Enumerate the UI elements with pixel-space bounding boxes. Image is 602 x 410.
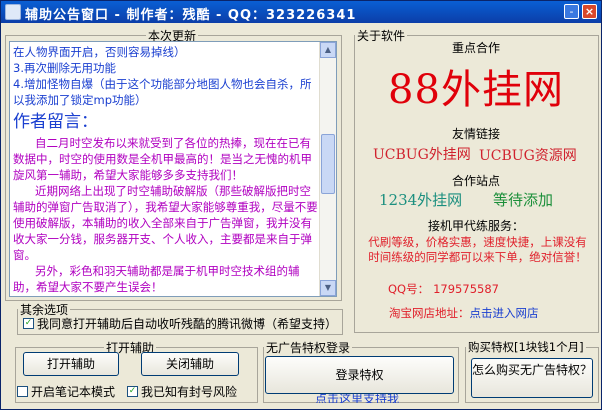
author-paragraph: 自二月时空发布以来就受到了各位的热捧，现在在已有数据中，时空的使用数是全机甲最高… bbox=[13, 136, 312, 182]
notice-window: 辅助公告窗口 - 制作者：残酷 - QQ：323226341 - × 本次更新 … bbox=[0, 0, 602, 410]
news-scrollbar[interactable]: ▲ ▼ bbox=[319, 42, 336, 296]
update-news-textbox[interactable]: 在人物界面开启，否则容易掉线） 3.再次删除无用功能 4.增加怪物自爆（由于这个… bbox=[9, 41, 337, 297]
friend-link-ucbug-waigua[interactable]: UCBUG外挂网 bbox=[373, 144, 471, 164]
qq-number: 179575587 bbox=[433, 282, 499, 296]
scroll-thumb[interactable] bbox=[321, 134, 335, 194]
checkmark-icon: ✓ bbox=[127, 386, 138, 397]
partner-link[interactable]: 88外挂网 bbox=[361, 57, 591, 115]
author-paragraph: 另外，彩色和羽天辅助都是属于机甲时空技术组的辅助，希望大家不要产生误会！ bbox=[13, 264, 300, 294]
how-to-buy-button[interactable]: 怎么购买无广告特权？ bbox=[471, 358, 593, 398]
title-bar[interactable]: 辅助公告窗口 - 制作者：残酷 - QQ：323226341 - × bbox=[1, 1, 601, 23]
agree-weibo-label: 我同意打开辅助后自动收听残酷的腾讯微博（希望支持） bbox=[37, 317, 338, 331]
app-icon bbox=[5, 4, 21, 20]
qq-label: QQ号： 179575587 bbox=[388, 282, 499, 297]
friend-link-ucbug-ziyuan[interactable]: UCBUG资源网 bbox=[479, 145, 577, 165]
checkmark-icon: ✓ bbox=[23, 318, 34, 329]
login-privilege-button[interactable]: 登录特权 bbox=[265, 356, 454, 394]
news-line: 3.再次删除无用功能 bbox=[13, 61, 116, 75]
author-heading: 作者留言： bbox=[13, 112, 98, 132]
shop-label: 淘宝网店地址： bbox=[389, 306, 470, 320]
agree-weibo-checkbox[interactable]: ✓ 我同意打开辅助后自动收听残酷的腾讯微博（希望支持） bbox=[23, 315, 337, 332]
window-title: 辅助公告窗口 - 制作者：残酷 - QQ：323226341 bbox=[25, 8, 357, 23]
partner-site-placeholder: 等待添加 bbox=[493, 191, 554, 209]
agent-service-header: 接机甲代练服务： bbox=[427, 219, 524, 233]
shop-address: 淘宝网店地址：点击进入网店 bbox=[389, 306, 539, 321]
checkbox-box bbox=[17, 386, 28, 397]
partner-site-1234[interactable]: 1234外挂网 bbox=[379, 189, 462, 210]
ad-free-legend: 无广告特权登录 bbox=[266, 341, 351, 355]
risk-ack-label: 我已知有封号风险 bbox=[141, 385, 238, 399]
news-line: 4.增加怪物自爆（由于这个功能部分地图人物也会自杀，所以我添加了锁定mp功能） bbox=[13, 77, 312, 107]
close-assist-button[interactable]: 关闭辅助 bbox=[141, 352, 239, 376]
partner-header: 重点合作 bbox=[451, 41, 500, 55]
support-link[interactable]: 点击这里支持我 bbox=[297, 393, 417, 403]
author-paragraph: 近期网络上出现了时空辅助破解版（那些破解版把时空辅助的弹窗广告取消了），我希望大… bbox=[13, 184, 318, 262]
open-assist-button[interactable]: 打开辅助 bbox=[23, 352, 119, 376]
news-line: 在人物界面开启，否则容易掉线） bbox=[13, 45, 186, 59]
notebook-mode-label: 开启笔记本模式 bbox=[31, 385, 116, 399]
qq-label-text: QQ号： bbox=[388, 282, 430, 296]
sites-header: 合作站点 bbox=[451, 174, 500, 188]
links-header: 友情链接 bbox=[451, 127, 500, 141]
close-button[interactable]: × bbox=[582, 4, 597, 19]
risk-ack-checkbox[interactable]: ✓ 我已知有封号风险 bbox=[127, 383, 237, 400]
notebook-mode-checkbox[interactable]: 开启笔记本模式 bbox=[17, 383, 115, 400]
buy-legend: 购买特权[1块钱1个月] bbox=[468, 340, 584, 354]
scroll-up-arrow-icon[interactable]: ▲ bbox=[320, 42, 336, 58]
minimize-button[interactable]: - bbox=[564, 4, 579, 19]
scroll-down-arrow-icon[interactable]: ▼ bbox=[320, 280, 336, 296]
agent-service-text: 代刷等级，价格实惠，速度快捷，上课没有时间练级的同学都可以来下单，绝对信誉！ bbox=[368, 235, 587, 264]
shop-link[interactable]: 点击进入网店 bbox=[470, 306, 539, 320]
